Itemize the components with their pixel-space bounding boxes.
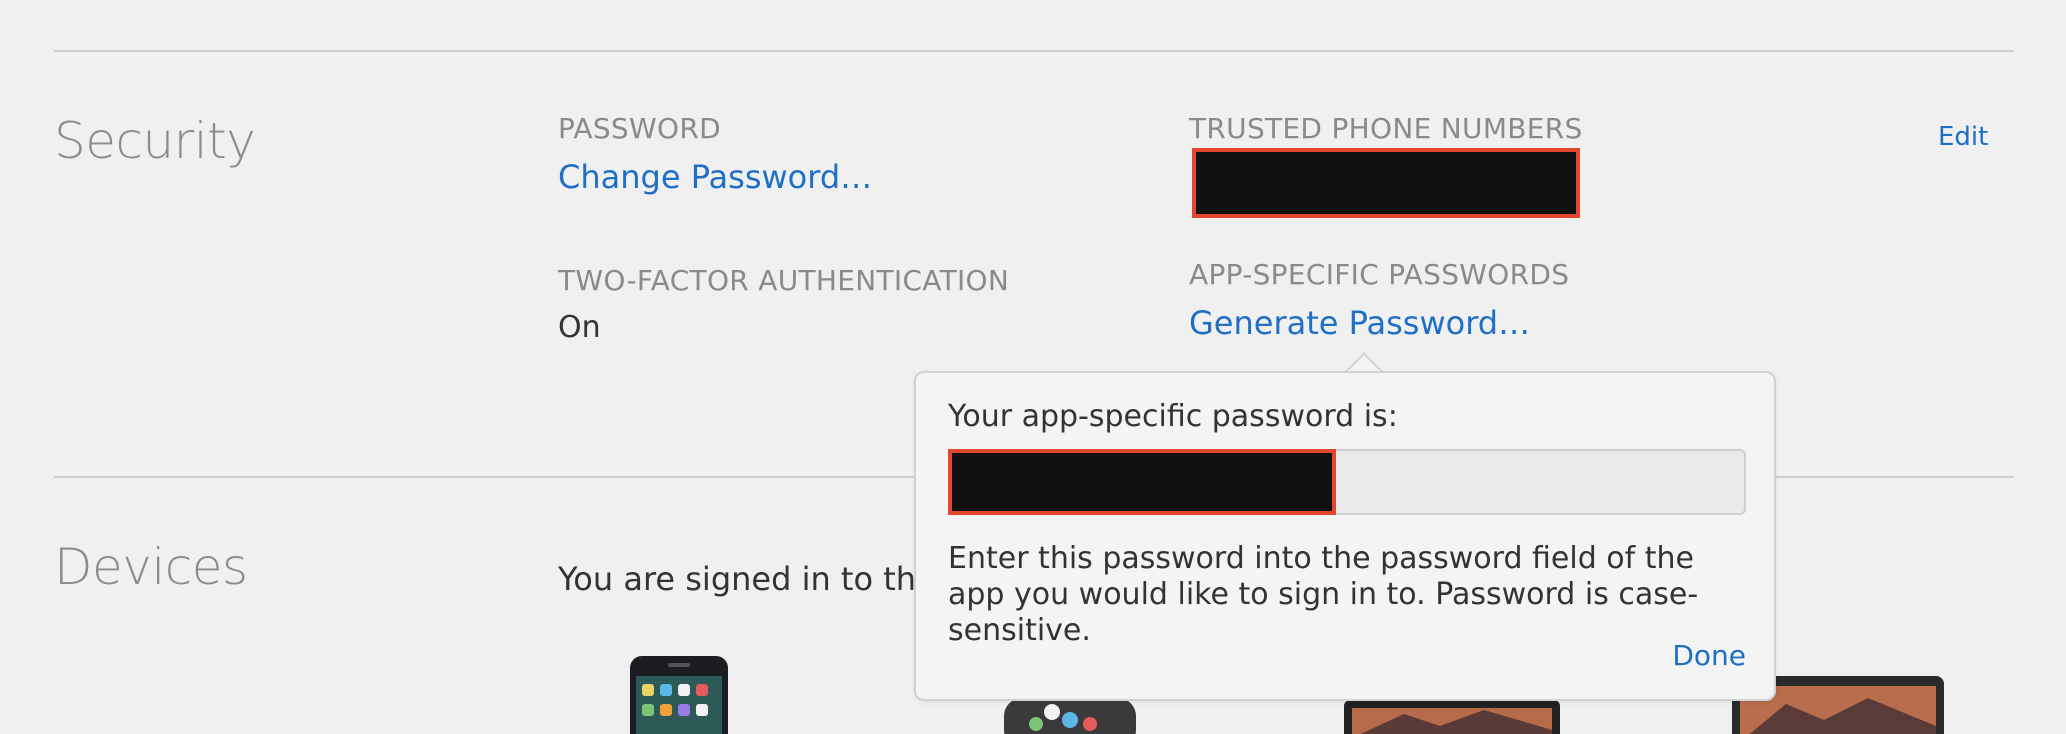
app-password-popover: Your app-specific password is: Enter thi…	[914, 371, 1776, 701]
trusted-phone-label: TRUSTED PHONE NUMBERS	[1189, 112, 1583, 145]
change-password-link[interactable]: Change Password…	[558, 158, 872, 196]
popover-description: Enter this password into the password fi…	[948, 541, 1699, 648]
app-specific-label: APP-SPECIFIC PASSWORDS	[1189, 258, 1570, 291]
popover-heading: Your app-specific password is:	[948, 399, 1398, 434]
edit-security-button[interactable]: Edit	[1938, 122, 1988, 152]
devices-title: Devices	[54, 538, 248, 596]
password-label: PASSWORD	[558, 112, 721, 145]
two-factor-value: On	[558, 310, 601, 345]
app-password-field[interactable]	[948, 449, 1746, 515]
devices-signed-in-text: You are signed in to the	[558, 560, 936, 598]
apple-watch-icon[interactable]	[1000, 698, 1140, 734]
trusted-phone-redacted	[1192, 148, 1580, 218]
top-divider	[54, 50, 2014, 52]
security-title: Security	[54, 112, 256, 170]
app-password-redacted	[948, 449, 1336, 515]
ipad-icon[interactable]	[1344, 700, 1560, 734]
two-factor-label: TWO-FACTOR AUTHENTICATION	[558, 264, 1010, 297]
iphone-icon[interactable]	[628, 654, 730, 734]
done-button[interactable]: Done	[1672, 639, 1746, 672]
generate-password-link[interactable]: Generate Password…	[1189, 304, 1530, 342]
